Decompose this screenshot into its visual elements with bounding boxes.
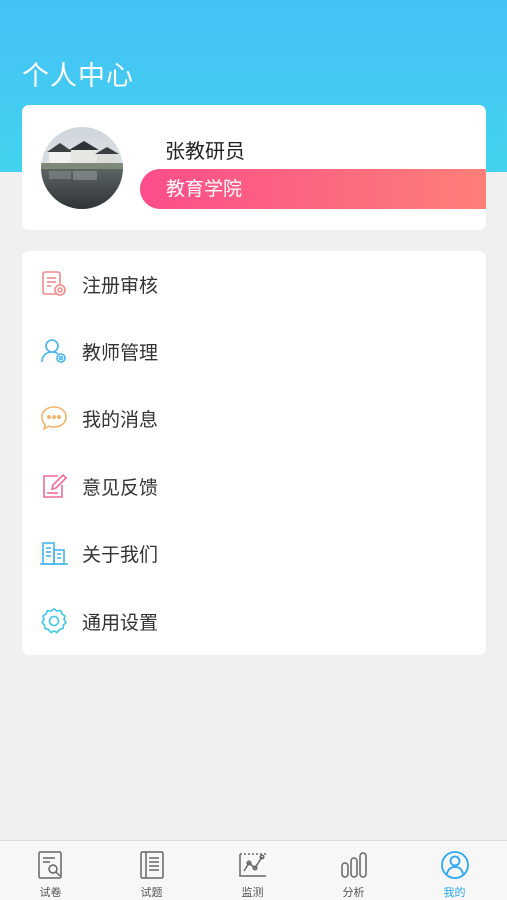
- analysis-bars-icon: [340, 852, 367, 878]
- tab-label: 试卷: [39, 886, 62, 899]
- organization-badge: 教育学院: [140, 169, 486, 209]
- registration-review-icon: [39, 269, 69, 299]
- tab-label: 监测: [241, 886, 264, 899]
- tab-monitor[interactable]: 监测: [202, 841, 303, 900]
- menu-item-registration-review[interactable]: 注册审核: [22, 254, 486, 314]
- feedback-edit-icon: [39, 471, 69, 501]
- profile-card[interactable]: 张教研员 教育学院: [22, 105, 486, 230]
- tab-exam-paper[interactable]: 试卷: [0, 841, 101, 900]
- bottom-tab-bar: 试卷 试题 监测 分析 我的: [0, 840, 507, 900]
- menu-item-label: 教师管理: [82, 341, 159, 364]
- menu-item-general-settings[interactable]: 通用设置: [22, 591, 486, 651]
- message-icon: [39, 403, 69, 433]
- menu-item-label: 我的消息: [82, 408, 159, 431]
- menu-item-teacher-management[interactable]: 教师管理: [22, 321, 486, 381]
- tab-label: 试题: [140, 886, 163, 899]
- menu-item-label: 意见反馈: [82, 476, 159, 499]
- tab-analysis[interactable]: 分析: [303, 841, 404, 900]
- building-icon: [39, 538, 69, 568]
- landscape-photo-avatar-icon: [41, 127, 123, 209]
- menu-item-about-us[interactable]: 关于我们: [22, 523, 486, 583]
- question-book-icon: [139, 851, 164, 879]
- page-title: 个人中心: [22, 61, 134, 92]
- teacher-management-icon: [39, 336, 69, 366]
- tab-questions[interactable]: 试题: [101, 841, 202, 900]
- menu-item-label: 通用设置: [82, 611, 159, 634]
- tab-mine[interactable]: 我的: [404, 841, 505, 900]
- settings-gear-icon: [39, 606, 69, 636]
- user-profile-icon: [440, 851, 469, 879]
- avatar[interactable]: [41, 127, 123, 209]
- menu-item-feedback[interactable]: 意见反馈: [22, 456, 486, 516]
- exam-paper-icon: [37, 851, 62, 879]
- menu-card: 注册审核 教师管理 我的消息 意见反馈 关于我们 通用设置: [22, 251, 486, 655]
- monitor-chart-icon: [238, 853, 266, 877]
- tab-label: 我的: [443, 886, 466, 899]
- menu-item-label: 关于我们: [82, 543, 159, 566]
- user-name: 张教研员: [165, 139, 245, 163]
- menu-item-my-messages[interactable]: 我的消息: [22, 388, 486, 448]
- menu-item-label: 注册审核: [82, 274, 159, 297]
- tab-label: 分析: [342, 886, 365, 899]
